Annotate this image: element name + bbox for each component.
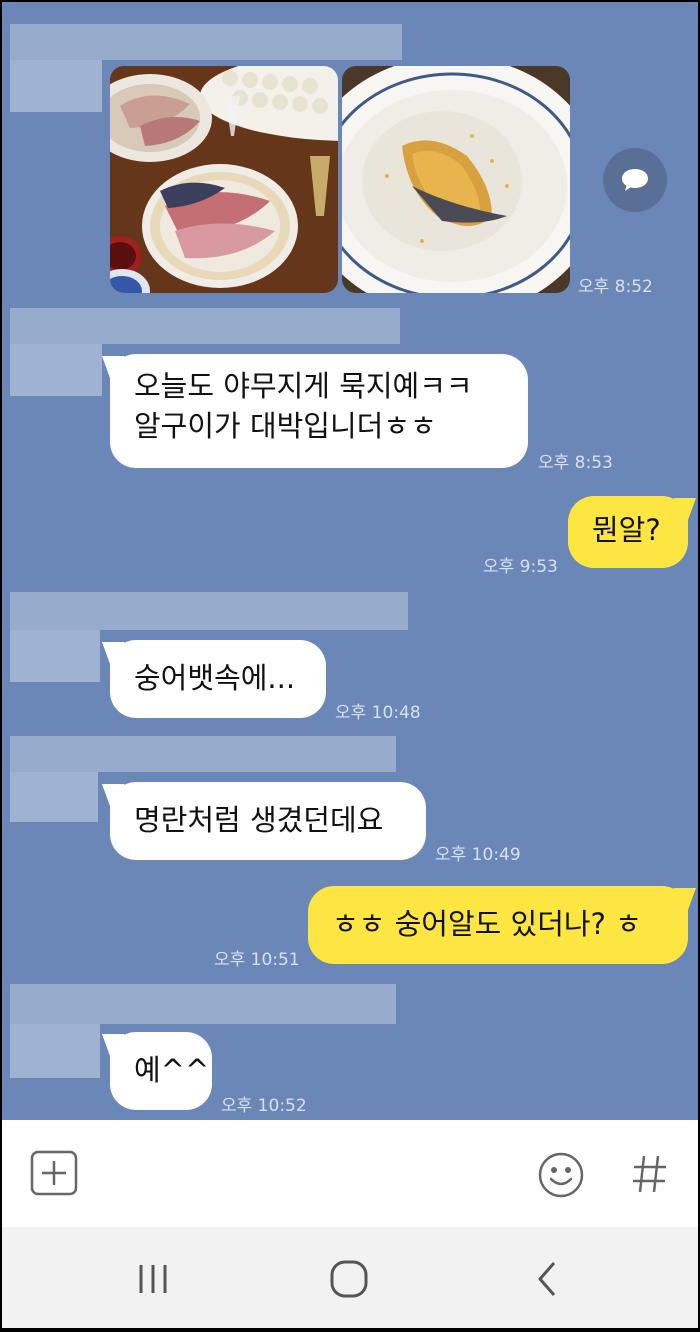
message-input-bar[interactable] bbox=[2, 1120, 698, 1227]
message-time: 오후 10:48 bbox=[335, 703, 421, 723]
blurred-sender-info bbox=[10, 24, 402, 60]
message-text: 숭어뱃속에... bbox=[134, 661, 296, 695]
incoming-message-bubble[interactable]: 오늘도 야무지게 묵지예ㅋㅋ 알구이가 대박입니더ㅎㅎ bbox=[110, 354, 528, 468]
hashtag-icon bbox=[633, 1155, 666, 1193]
blurred-avatar bbox=[10, 630, 100, 682]
emoji-button[interactable] bbox=[536, 1150, 586, 1200]
recent-apps-button[interactable] bbox=[130, 1259, 176, 1299]
home-button[interactable] bbox=[326, 1257, 372, 1301]
message-text: 뭔알? bbox=[592, 513, 661, 547]
message-time: 오후 8:53 bbox=[538, 453, 613, 473]
incoming-message-bubble[interactable]: 명란처럼 생겼던데요 bbox=[110, 782, 426, 860]
attach-button[interactable] bbox=[30, 1150, 80, 1198]
message-time: 오후 9:53 bbox=[483, 557, 558, 577]
message-time: 오후 8:52 bbox=[578, 277, 653, 297]
blurred-avatar bbox=[10, 60, 102, 112]
message-text: ㅎㅎ 숭어알도 있더나? ㅎ bbox=[332, 907, 642, 941]
message-time: 오후 10:49 bbox=[435, 845, 521, 865]
message-time: 오후 10:52 bbox=[221, 1096, 307, 1116]
blurred-avatar bbox=[10, 344, 102, 396]
photo-grilled-roe[interactable] bbox=[342, 66, 570, 293]
message-text-line: 알구이가 대박입니더ㅎㅎ bbox=[134, 409, 437, 443]
home-icon bbox=[330, 1260, 368, 1298]
plus-square-icon bbox=[30, 1150, 78, 1196]
share-speech-bubble-icon bbox=[622, 169, 648, 191]
incoming-message-bubble[interactable]: 예^^ bbox=[110, 1032, 212, 1110]
blurred-sender-info bbox=[10, 984, 396, 1024]
photo-sashimi[interactable] bbox=[110, 66, 338, 293]
blurred-avatar bbox=[10, 772, 98, 822]
blurred-sender-info bbox=[10, 308, 400, 344]
message-text-input[interactable] bbox=[94, 1140, 514, 1206]
chat-screen: 오후 8:52 오늘도 야무지게 묵지예ㅋㅋ 알구이가 대박입니더ㅎㅎ 오후 8… bbox=[2, 2, 698, 1328]
share-button[interactable] bbox=[603, 148, 667, 212]
chat-area[interactable]: 오후 8:52 오늘도 야무지게 묵지예ㅋㅋ 알구이가 대박입니더ㅎㅎ 오후 8… bbox=[2, 2, 698, 1120]
smiley-icon bbox=[538, 1152, 584, 1198]
message-text: 명란처럼 생겼던데요 bbox=[134, 803, 384, 837]
outgoing-message-bubble[interactable]: ㅎㅎ 숭어알도 있더나? ㅎ bbox=[308, 886, 688, 964]
blurred-sender-info bbox=[10, 592, 408, 630]
back-button[interactable] bbox=[528, 1257, 568, 1301]
outgoing-message-bubble[interactable]: 뭔알? bbox=[568, 496, 688, 568]
message-text-line: 오늘도 야무지게 묵지예ㅋㅋ bbox=[134, 369, 473, 403]
blurred-avatar bbox=[10, 1024, 100, 1078]
message-text: 예^^ bbox=[134, 1053, 210, 1087]
message-time: 오후 10:51 bbox=[214, 950, 300, 970]
system-navigation-bar bbox=[2, 1227, 698, 1328]
sashimi-photo-image bbox=[110, 66, 338, 293]
blurred-sender-info bbox=[10, 736, 396, 772]
incoming-message-bubble[interactable]: 숭어뱃속에... bbox=[110, 640, 326, 718]
roe-photo-image bbox=[342, 66, 570, 293]
back-icon bbox=[538, 1262, 556, 1296]
hashtag-button[interactable] bbox=[628, 1150, 672, 1198]
recent-apps-icon bbox=[139, 1265, 167, 1293]
